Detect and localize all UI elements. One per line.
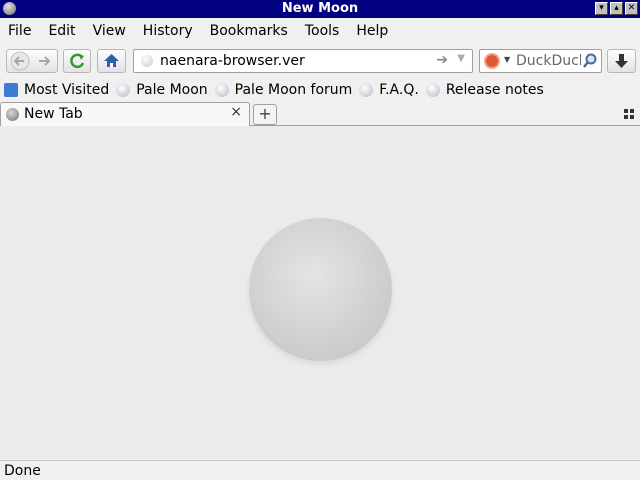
bookmark-release-notes[interactable]: Release notes — [425, 82, 544, 98]
menu-edit[interactable]: Edit — [48, 23, 75, 39]
bookmark-pale-moon[interactable]: Pale Moon — [116, 82, 208, 98]
tab-list-icon[interactable] — [624, 109, 634, 119]
site-favicon-icon — [141, 55, 153, 67]
home-icon — [104, 54, 119, 67]
magnifier-svg — [583, 53, 597, 68]
url-dropdown-icon[interactable]: ▼ — [457, 53, 465, 64]
search-engine-dropdown-icon[interactable]: ▼ — [504, 55, 510, 64]
menu-bar: File Edit View History Bookmarks Tools H… — [0, 18, 640, 44]
back-forward-icons — [10, 51, 51, 71]
window-controls: ▾ ▴ ✕ — [595, 2, 638, 15]
menu-help[interactable]: Help — [356, 23, 388, 39]
home-button[interactable] — [97, 49, 126, 73]
close-button[interactable]: ✕ — [625, 2, 638, 15]
bookmarks-toolbar: Most Visited Pale Moon Pale Moon forum F… — [0, 78, 640, 102]
pale-moon-logo — [249, 218, 392, 361]
tab-strip: New Tab × + — [0, 102, 640, 126]
search-input[interactable]: DuckDuck — [516, 53, 587, 69]
title-bar: New Moon ▾ ▴ ✕ — [0, 0, 640, 18]
maximize-button[interactable]: ▴ — [610, 2, 623, 15]
bookmark-label: Pale Moon — [136, 82, 208, 98]
reload-button[interactable] — [63, 49, 91, 73]
tab-label: New Tab — [24, 106, 83, 122]
menu-bookmarks[interactable]: Bookmarks — [210, 23, 288, 39]
navigation-toolbar: naenara-browser.ver ➔ ▼ ▼ DuckDuck — [0, 44, 640, 78]
menu-history[interactable]: History — [143, 23, 193, 39]
window-title: New Moon — [281, 1, 359, 16]
search-bar[interactable]: ▼ DuckDuck — [479, 49, 602, 73]
tab-new-tab[interactable]: New Tab × — [0, 102, 250, 126]
menu-view[interactable]: View — [93, 23, 126, 39]
back-icon[interactable] — [10, 51, 30, 71]
search-magnifier-icon[interactable] — [581, 52, 599, 70]
tab-favicon-icon — [6, 108, 19, 121]
menu-file[interactable]: File — [8, 23, 31, 39]
duckduckgo-icon[interactable] — [484, 53, 500, 69]
minimize-button[interactable]: ▾ — [595, 2, 608, 15]
forward-icon[interactable] — [39, 56, 51, 66]
bookmark-pale-moon-forum[interactable]: Pale Moon forum — [214, 82, 353, 98]
bookmark-label: Release notes — [445, 82, 544, 98]
most-visited-icon — [4, 83, 18, 97]
downloads-button[interactable] — [607, 49, 636, 73]
go-arrow-icon[interactable]: ➔ — [436, 52, 448, 68]
bookmark-label: Most Visited — [24, 82, 110, 98]
new-tab-button[interactable]: + — [253, 104, 277, 125]
page-content[interactable] — [0, 126, 640, 460]
url-bar[interactable]: naenara-browser.ver ➔ ▼ — [133, 49, 473, 73]
back-forward-group — [6, 49, 58, 73]
status-bar: Done — [0, 460, 640, 480]
download-icon — [615, 54, 628, 68]
bookmark-faq[interactable]: F.A.Q. — [359, 82, 419, 98]
menu-tools[interactable]: Tools — [305, 23, 340, 39]
status-text: Done — [4, 463, 41, 479]
pale-moon-icon — [214, 83, 229, 97]
url-input[interactable]: naenara-browser.ver — [160, 53, 305, 69]
tab-close-icon[interactable]: × — [230, 104, 242, 120]
reload-icon — [70, 53, 85, 69]
pale-moon-icon — [116, 83, 131, 97]
bookmark-most-visited[interactable]: Most Visited — [4, 82, 109, 98]
bookmark-label: F.A.Q. — [379, 82, 419, 98]
pale-moon-icon — [359, 83, 374, 97]
bookmark-label: Pale Moon forum — [234, 82, 353, 98]
pale-moon-icon — [425, 83, 440, 97]
